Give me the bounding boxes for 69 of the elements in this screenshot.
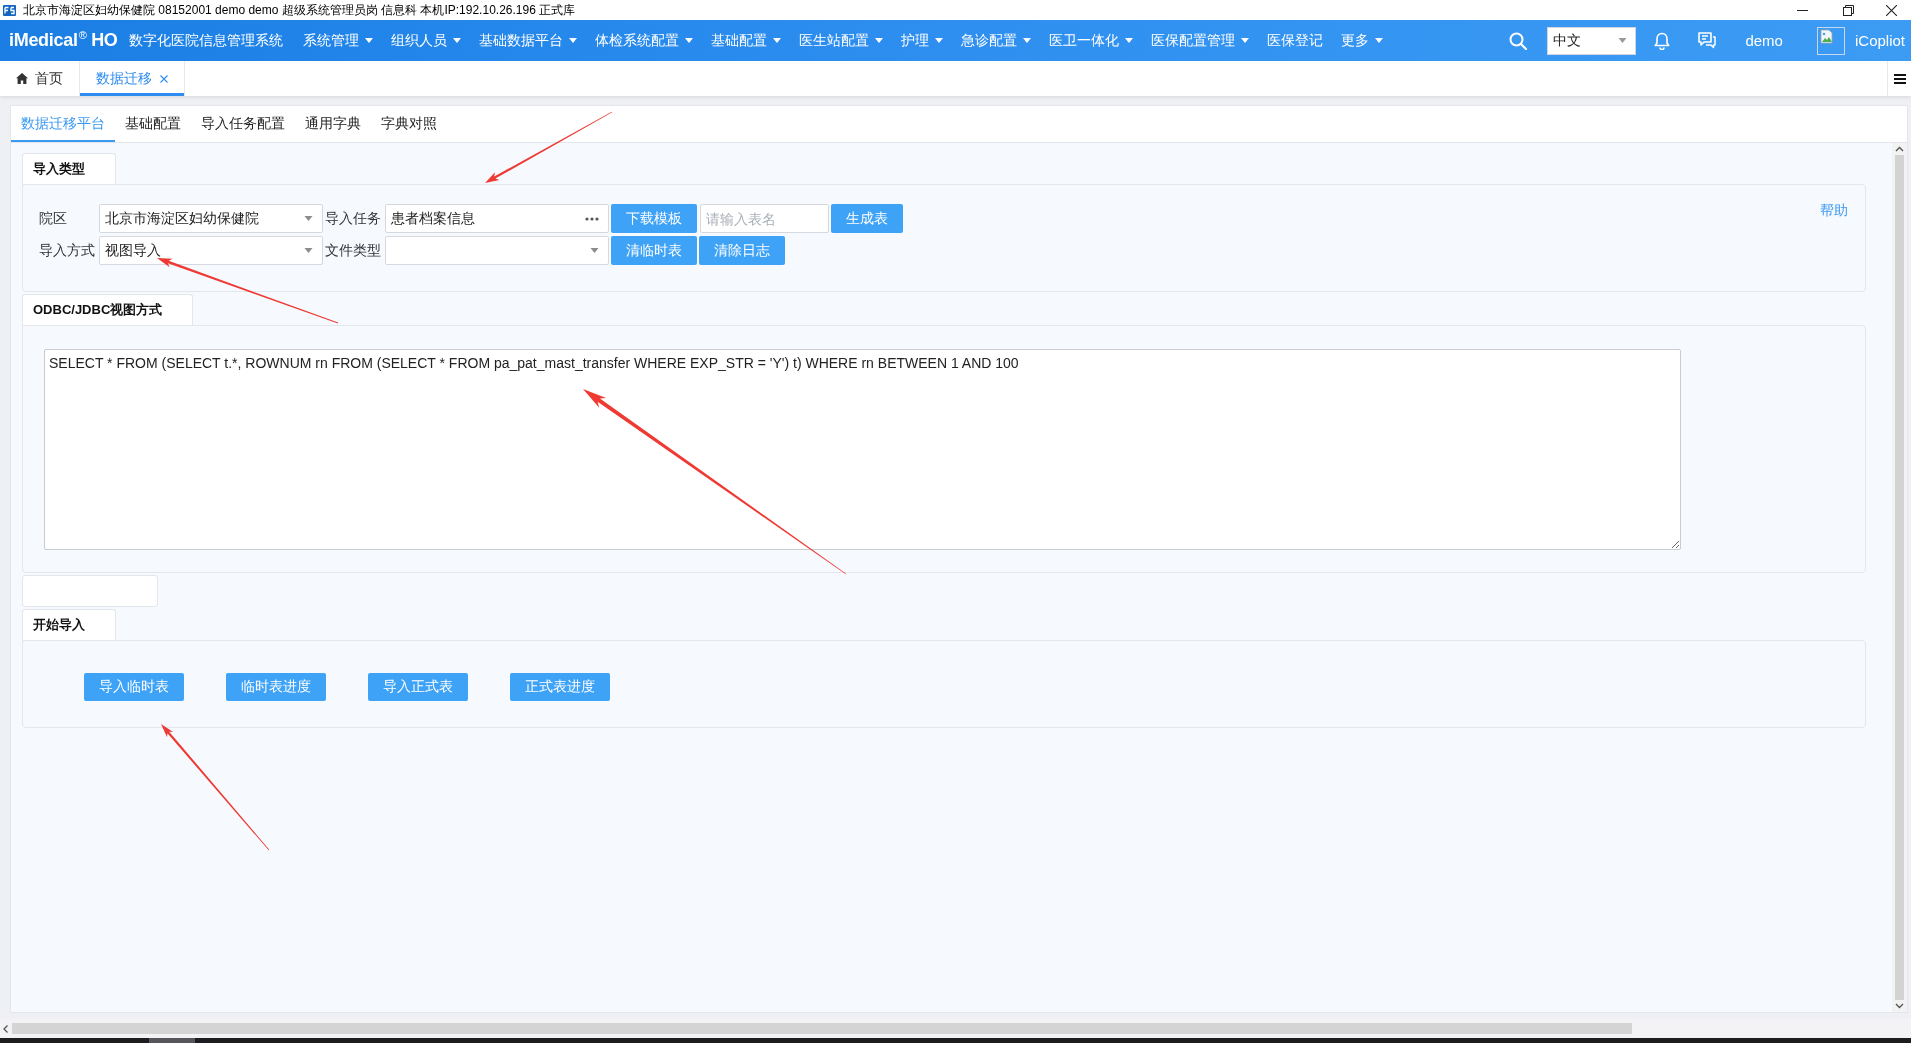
caret-icon — [304, 216, 313, 221]
chat-icon[interactable] — [1698, 32, 1717, 49]
scroll-down-icon[interactable] — [1895, 1003, 1904, 1009]
sub-tab[interactable]: 字典对照 — [371, 106, 447, 142]
sub-tab[interactable]: 数据迁移平台 — [11, 106, 115, 142]
section-heading: 开始导入 — [22, 609, 116, 640]
field-label: 导入方式 — [39, 241, 96, 260]
section-heading: 导入类型 — [22, 153, 116, 184]
vertical-scrollbar[interactable] — [1892, 143, 1907, 1012]
home-icon — [16, 73, 28, 84]
nav-menu-item[interactable]: 组织人员 — [381, 20, 470, 61]
scrollbar-thumb[interactable] — [12, 1023, 1632, 1034]
window-title: 北京市海淀区妇幼保健院 08152001 demo demo 超级系统管理员岗 信息科 本机IP:192.10.26.196 正式库 — [23, 1, 576, 19]
page-tab[interactable]: 数据迁移 — [80, 61, 185, 96]
language-select[interactable]: 中文 — [1547, 26, 1637, 55]
nav-menu-item[interactable]: 基础配置 — [701, 20, 790, 61]
nav-menu-item[interactable]: 护理 — [891, 20, 952, 61]
close-icon — [1885, 4, 1897, 16]
caret-icon — [304, 248, 313, 253]
field-label: 导入任务 — [325, 209, 382, 228]
field-label: 文件类型 — [325, 241, 382, 260]
nav-menu-item[interactable]: 体检系统配置 — [585, 20, 702, 61]
import-button[interactable]: 导入临时表 — [84, 673, 184, 701]
lookup-field[interactable]: 患者档案信息 — [385, 204, 609, 233]
restore-icon — [1842, 4, 1854, 16]
sql-textarea[interactable]: SELECT * FROM (SELECT t.*, ROWNUM rn FROM (SELECT * FROM pa_pat_mast_transfer WHERE EXP_STR = 'Y') t) WHERE rn BETWEEN 1 AND 100 — [44, 349, 1681, 550]
sub-tab[interactable]: 通用字典 — [295, 106, 371, 142]
scroll-left-icon[interactable] — [3, 1024, 8, 1033]
assistant-link[interactable]: iCopliot — [1854, 32, 1905, 49]
minimize-icon — [1796, 9, 1808, 11]
table-name-input[interactable]: 请输入表名 — [700, 204, 829, 233]
nav-menu-item[interactable]: 更多 — [1331, 20, 1392, 61]
action-button[interactable]: 下载模板 — [611, 204, 697, 233]
app-logo-icon — [3, 4, 16, 16]
nav-menu-item[interactable]: 急诊配置 — [951, 20, 1040, 61]
more-dots-icon — [585, 216, 599, 221]
dropdown-select[interactable]: 视图导入 — [99, 236, 323, 265]
nav-menu-item[interactable]: 基础数据平台 — [469, 20, 586, 61]
nav-menu-item[interactable]: 医卫一体化 — [1039, 20, 1142, 61]
field-label: 院区 — [39, 209, 68, 228]
caret-icon — [1618, 38, 1628, 43]
import-button[interactable]: 临时表进度 — [226, 673, 326, 701]
menu-icon — [1893, 73, 1906, 84]
action-button[interactable]: 生成表 — [831, 204, 903, 233]
action-button[interactable]: 清除日志 — [699, 236, 785, 265]
search-icon[interactable] — [1509, 31, 1528, 50]
help-link[interactable]: 帮助 — [1820, 202, 1848, 220]
sub-tab[interactable]: 基础配置 — [115, 106, 191, 142]
bell-icon[interactable] — [1654, 31, 1671, 50]
scroll-up-icon[interactable] — [1895, 146, 1904, 152]
close-icon[interactable] — [160, 74, 168, 83]
system-name: 数字化医院信息管理系统 — [128, 31, 283, 50]
import-button[interactable]: 正式表进度 — [510, 673, 610, 701]
dropdown-select[interactable]: 北京市海淀区妇幼保健院 — [99, 204, 323, 233]
horizontal-scrollbar[interactable] — [0, 1019, 1911, 1038]
app-logo: iMedical$^{®}$ HO — [9, 30, 118, 51]
scrollbar-thumb[interactable] — [1895, 155, 1904, 1000]
page-tab[interactable]: 首页 — [0, 61, 80, 96]
import-button[interactable]: 导入正式表 — [368, 673, 468, 701]
nav-menu-item[interactable]: 医生站配置 — [789, 20, 892, 61]
action-button[interactable]: 清临时表 — [611, 236, 697, 265]
nav-menu-item[interactable]: 医保配置管理 — [1141, 20, 1258, 61]
broken-image-icon — [1816, 26, 1845, 55]
section-heading: ODBC/JDBC视图方式 — [22, 294, 194, 325]
nav-menu-item[interactable]: 系统管理 — [293, 20, 382, 61]
caret-icon — [590, 248, 599, 253]
sub-tab[interactable]: 导入任务配置 — [191, 106, 295, 142]
user-name[interactable]: demo — [1745, 32, 1783, 49]
nav-menu-item[interactable]: 医保登记 — [1257, 20, 1332, 61]
